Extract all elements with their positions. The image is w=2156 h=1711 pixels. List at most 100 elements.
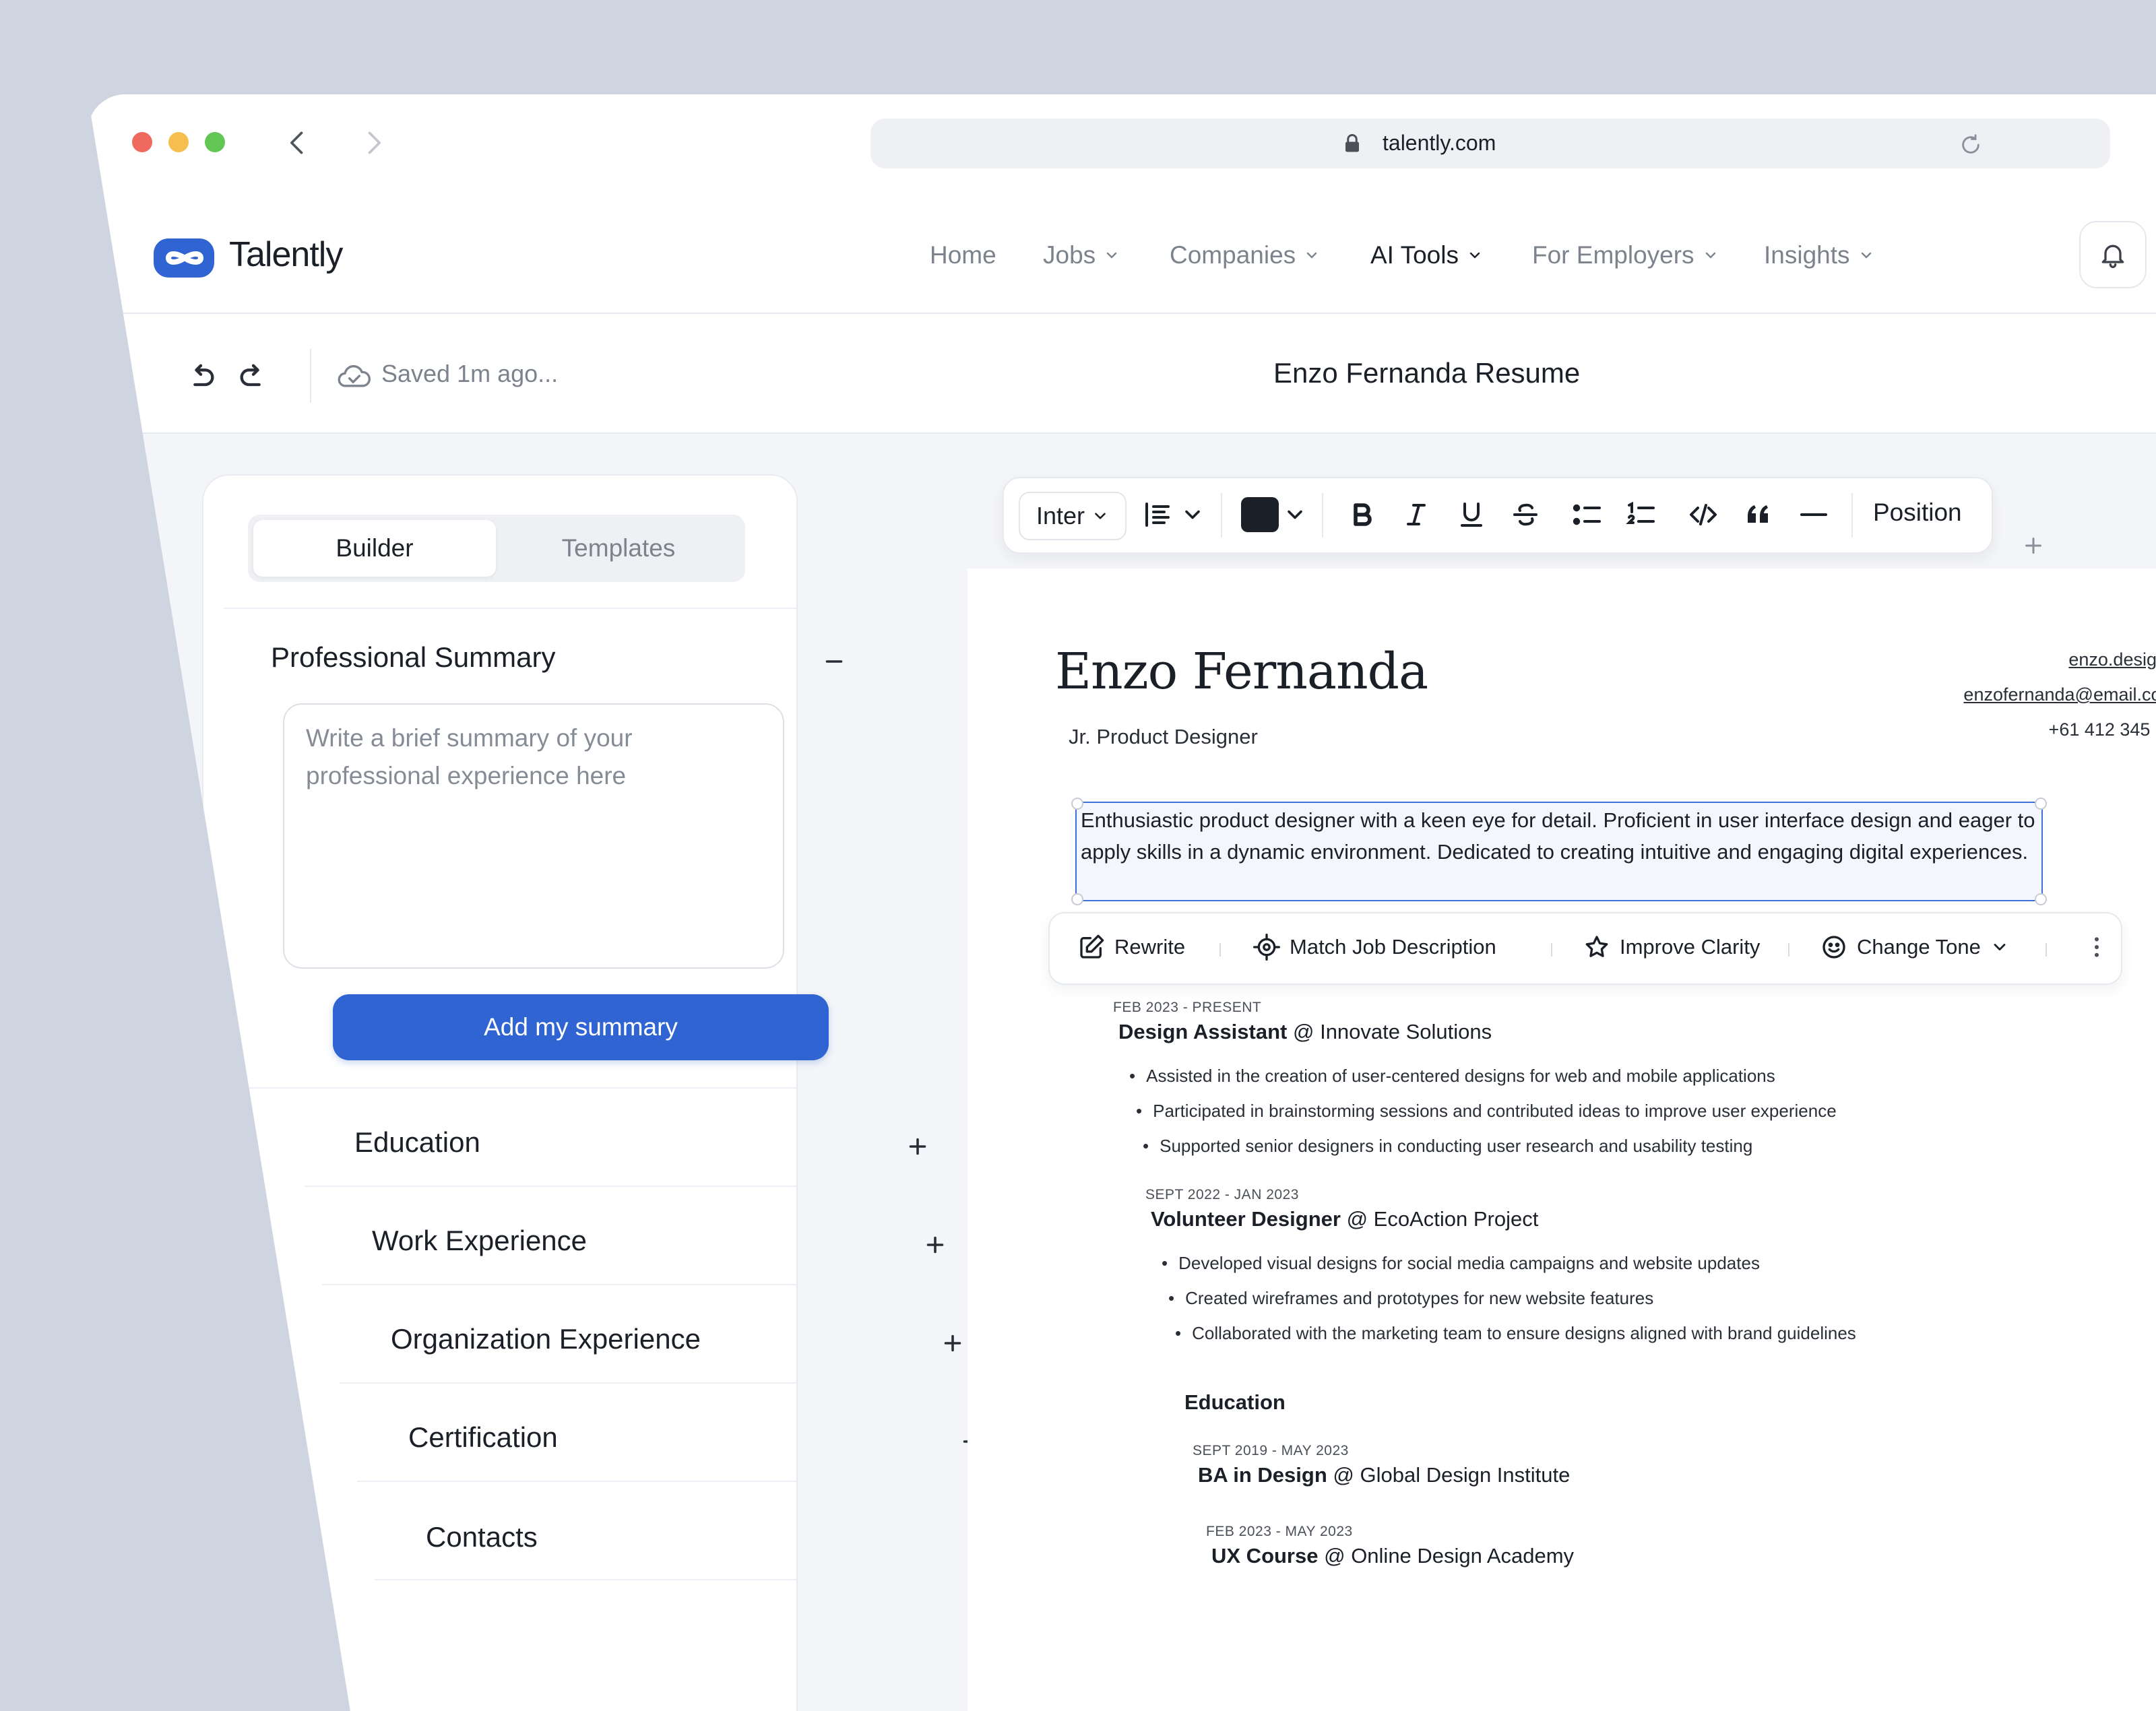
star-icon — [1585, 936, 1608, 957]
summary-textarea[interactable]: Write a brief summary of your profession… — [283, 703, 784, 969]
nav-home[interactable]: Home — [930, 241, 996, 269]
chevron-down-icon — [1095, 513, 1106, 519]
section-education[interactable]: Education — [354, 1126, 480, 1159]
ai-bar-divider — [1219, 943, 1221, 957]
experience-bullet[interactable]: Collaborated with the marketing team to … — [1175, 1323, 1856, 1344]
talently-logo-icon[interactable] — [152, 234, 217, 282]
redo-icon[interactable] — [236, 358, 271, 393]
reload-icon[interactable] — [1959, 133, 1982, 156]
back-arrow-icon[interactable] — [283, 128, 313, 158]
experience-bullet[interactable]: Supported senior designers in conducting… — [1143, 1136, 1752, 1157]
italic-icon[interactable] — [1400, 498, 1432, 531]
chevron-down-icon[interactable] — [1180, 498, 1205, 531]
nav-for-employers[interactable]: For Employers — [1532, 241, 1719, 269]
experience-heading[interactable]: Volunteer Designer @ EcoAction Project — [1151, 1207, 1538, 1231]
nav-companies[interactable]: Companies — [1170, 241, 1320, 269]
underline-icon[interactable] — [1455, 498, 1488, 531]
toolbar-divider — [1322, 493, 1323, 538]
professional-summary-title[interactable]: Professional Summary — [271, 641, 555, 674]
tab-templates[interactable]: Templates — [497, 520, 740, 577]
chevron-down-icon — [1106, 252, 1117, 259]
chevron-down-icon — [1306, 252, 1317, 259]
bullet-list-icon[interactable] — [1571, 498, 1604, 531]
education-dates: FEB 2023 - MAY 2023 — [1206, 1524, 1353, 1539]
tab-builder[interactable]: Builder — [253, 520, 496, 577]
nav-insights-label: Insights — [1764, 241, 1850, 269]
nav-insights[interactable]: Insights — [1764, 241, 1874, 269]
resume-name[interactable]: Enzo Fernanda — [1055, 643, 1428, 701]
position-button[interactable]: Position — [1873, 498, 1962, 527]
improve-clarity-label: Improve Clarity — [1620, 935, 1761, 959]
panel-divider — [224, 608, 796, 609]
plus-icon[interactable] — [941, 1331, 965, 1355]
section-organization-experience[interactable]: Organization Experience — [391, 1323, 701, 1355]
experience-bullet[interactable]: Participated in brainstorming sessions a… — [1136, 1101, 1837, 1122]
experience-bullet[interactable]: Assisted in the creation of user-centere… — [1129, 1066, 1775, 1087]
horizontal-rule-icon[interactable] — [1798, 498, 1830, 531]
forward-arrow-icon[interactable] — [358, 128, 388, 158]
resume-page: Enzo Fernanda Jr. Product Designer enzo.… — [968, 569, 2156, 1711]
change-tone-button[interactable]: Change Tone — [1820, 934, 2009, 961]
browser-chrome: talently.com — [88, 94, 2156, 194]
education-heading[interactable]: Education — [1184, 1390, 1286, 1415]
numbered-list-icon[interactable] — [1625, 498, 1657, 531]
selection-handle[interactable] — [2035, 798, 2047, 810]
url-text[interactable]: talently.com — [1383, 131, 1496, 156]
experience-bullet[interactable]: Developed visual designs for social medi… — [1162, 1253, 1760, 1274]
selection-handle[interactable] — [2035, 893, 2047, 905]
minimize-window-button[interactable] — [168, 132, 189, 152]
rewrite-button[interactable]: Rewrite — [1078, 934, 1185, 961]
resume-email-link[interactable]: enzofernanda@email.com — [1963, 684, 2156, 705]
plus-icon[interactable] — [906, 1134, 930, 1159]
quote-icon[interactable] — [1742, 498, 1775, 531]
close-window-button[interactable] — [132, 132, 152, 152]
font-select[interactable]: Inter — [1019, 492, 1127, 540]
resume-website-link[interactable]: enzo.design — [2068, 649, 2156, 670]
nav-ai-tools-label: AI Tools — [1370, 241, 1459, 269]
notifications-button[interactable] — [2079, 221, 2147, 288]
section-contacts[interactable]: Contacts — [426, 1521, 538, 1553]
nav-ai-tools[interactable]: AI Tools — [1370, 241, 1483, 269]
minus-icon[interactable] — [822, 649, 846, 674]
experience-bullet[interactable]: Created wireframes and prototypes for ne… — [1168, 1288, 1653, 1309]
more-options-icon[interactable] — [2083, 934, 2110, 961]
plus-icon[interactable] — [923, 1233, 947, 1257]
undo-icon[interactable] — [183, 358, 218, 393]
improve-clarity-button[interactable]: Improve Clarity — [1583, 934, 1760, 961]
experience-heading[interactable]: Design Assistant @ Innovate Solutions — [1118, 1020, 1492, 1044]
brand-name[interactable]: Talently — [229, 234, 343, 275]
experience-dates: SEPT 2022 - JAN 2023 — [1145, 1187, 1299, 1202]
experience-org: @ EcoAction Project — [1346, 1207, 1539, 1231]
nav-jobs[interactable]: Jobs — [1043, 241, 1120, 269]
resume-role[interactable]: Jr. Product Designer — [1069, 725, 1258, 749]
ai-actions-bar: Rewrite Match Job Description Improve Cl… — [1048, 912, 2122, 985]
chevron-down-icon[interactable] — [1283, 498, 1307, 531]
selected-summary-text[interactable]: Enthusiastic product designer with a kee… — [1071, 798, 2047, 905]
add-block-plus-icon[interactable] — [2021, 534, 2046, 558]
document-title[interactable]: Enzo Fernanda Resume — [1273, 357, 1580, 389]
maximize-window-button[interactable] — [205, 132, 225, 152]
line-spacing-icon[interactable] — [1141, 498, 1174, 531]
code-icon[interactable] — [1687, 498, 1719, 531]
bold-icon[interactable] — [1346, 498, 1378, 531]
education-org: @ Global Design Institute — [1333, 1463, 1571, 1487]
section-work-experience[interactable]: Work Experience — [372, 1225, 587, 1257]
education-dates: SEPT 2019 - MAY 2023 — [1193, 1443, 1349, 1458]
selection-handle[interactable] — [1071, 893, 1083, 905]
education-entry[interactable]: BA in Design @ Global Design Institute — [1198, 1463, 1570, 1487]
builder-panel: Builder Templates Professional Summary W… — [202, 474, 998, 1711]
experience-title: Volunteer Designer — [1151, 1207, 1341, 1231]
match-job-description-button[interactable]: Match Job Description — [1253, 934, 1496, 961]
chevron-down-icon — [1469, 252, 1480, 259]
strikethrough-icon[interactable] — [1509, 498, 1542, 531]
edit-pencil-icon — [1080, 934, 1104, 959]
education-entry[interactable]: UX Course @ Online Design Academy — [1211, 1544, 1574, 1568]
section-certification[interactable]: Certification — [408, 1421, 558, 1454]
selection-handle[interactable] — [1071, 798, 1083, 810]
resume-phone[interactable]: +61 412 345 678 — [2049, 719, 2156, 740]
ai-bar-divider — [2046, 943, 2047, 957]
text-color-swatch[interactable] — [1241, 497, 1279, 532]
add-summary-button[interactable]: Add my summary — [333, 994, 829, 1060]
cloud-saved-icon — [337, 361, 372, 391]
chevron-down-icon — [1705, 252, 1715, 259]
